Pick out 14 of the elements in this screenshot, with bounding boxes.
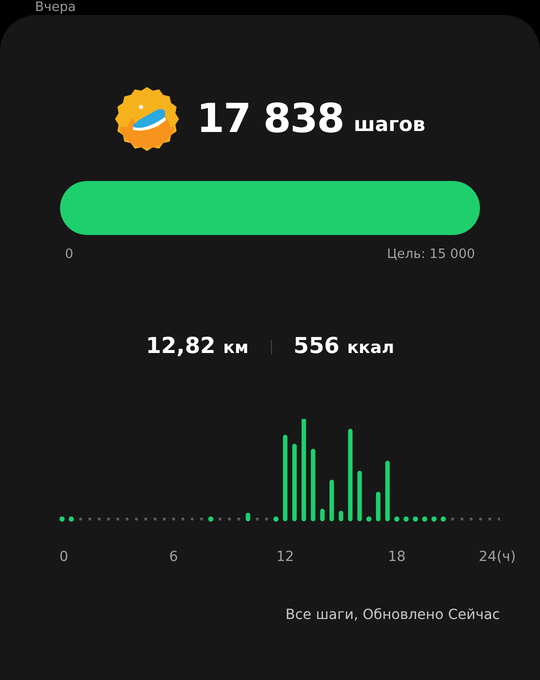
step-unit: шагов bbox=[354, 112, 426, 136]
date-label: Вчера bbox=[35, 0, 76, 15]
axis-label: 12 bbox=[276, 549, 294, 565]
axis-label: 24(ч) bbox=[478, 549, 516, 565]
progress-start-label: 0 bbox=[65, 247, 74, 262]
axis-label: 0 bbox=[59, 549, 68, 565]
axis-label: 6 bbox=[169, 549, 178, 565]
shoe-badge-icon bbox=[114, 87, 179, 151]
stat-value: 12,82 км bbox=[146, 334, 249, 359]
axis-label: 18 bbox=[388, 549, 406, 565]
stat-value: 556 ккал bbox=[294, 334, 394, 359]
goal-label: Цель: 15 000 bbox=[386, 247, 475, 262]
step-count: 17 838 bbox=[196, 96, 344, 142]
all-steps-link[interactable]: Все шаги, Обновлено Сейчас bbox=[286, 607, 500, 623]
